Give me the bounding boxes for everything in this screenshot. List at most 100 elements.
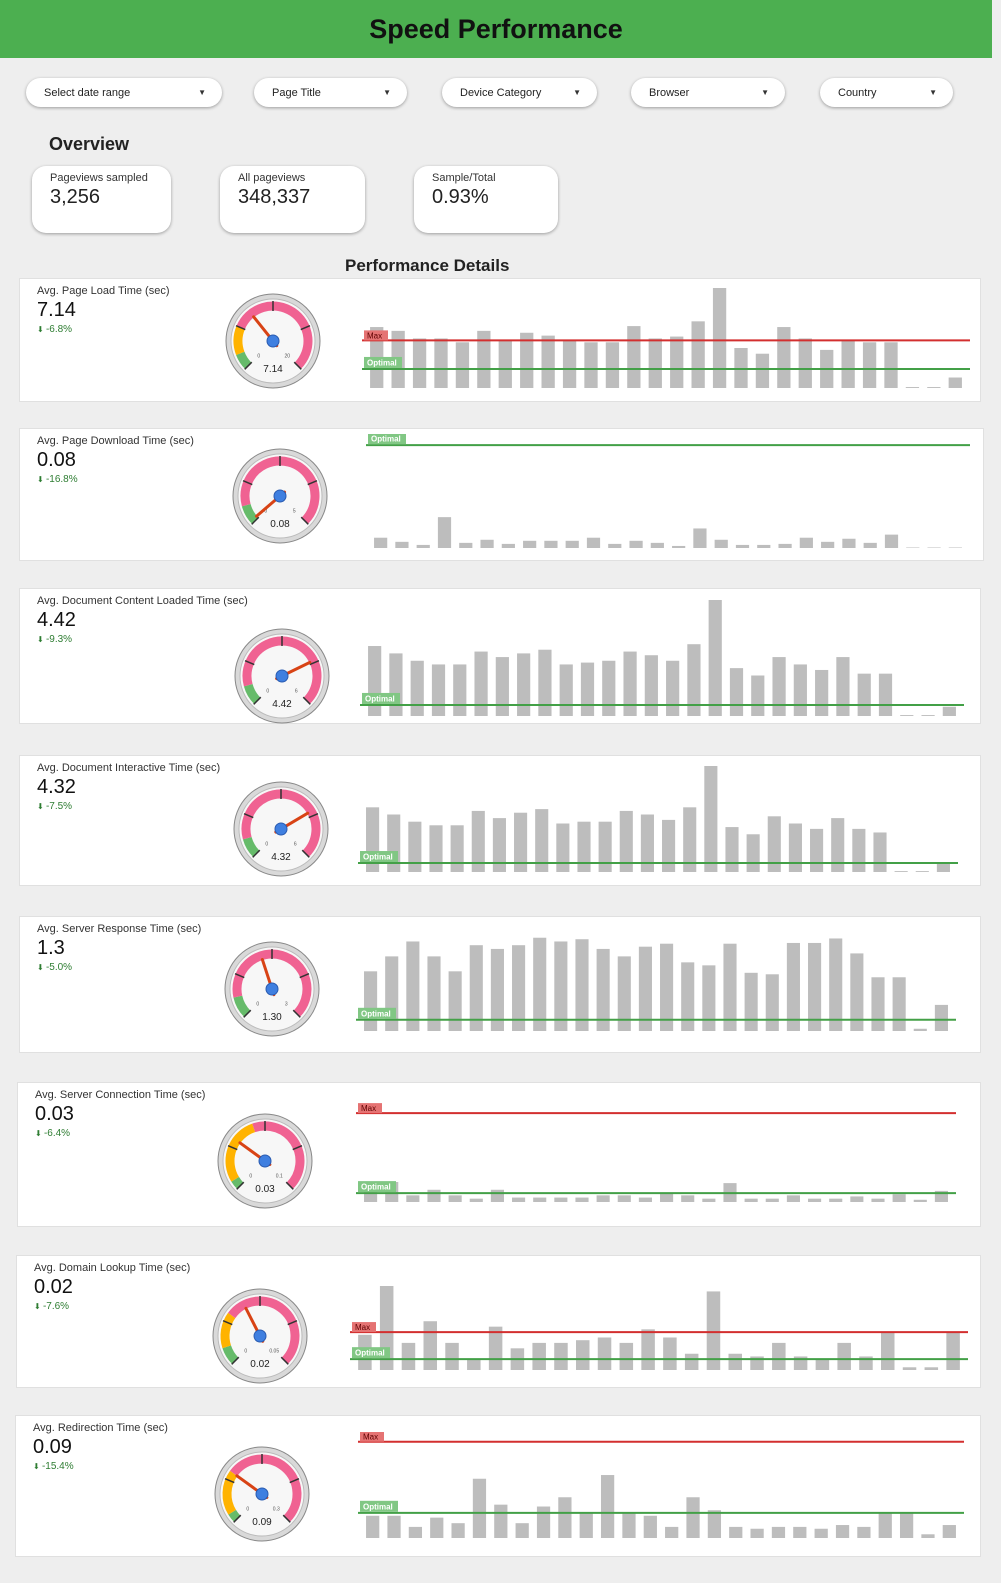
- max-label: Max: [355, 1323, 370, 1332]
- chart-bar: [702, 1198, 716, 1202]
- chart-bar: [374, 537, 388, 548]
- chart-bar: [517, 653, 531, 716]
- gauge-hub: [273, 489, 287, 503]
- chart-bar: [469, 1198, 483, 1202]
- chevron-down-icon: ▼: [761, 88, 769, 97]
- gauge-value-label: 0.08: [270, 519, 290, 530]
- gauge-max-label: 0.05: [269, 1348, 279, 1354]
- chart-bar: [746, 834, 760, 872]
- chart-bar: [474, 651, 488, 716]
- chart-bar: [924, 1367, 939, 1370]
- chart-bar: [448, 971, 462, 1031]
- bar-chart: Optimal: [366, 434, 970, 548]
- metric-value: 7.14: [37, 299, 76, 321]
- device-category-filter[interactable]: Device Category ▼: [442, 78, 597, 107]
- chart-bar: [852, 828, 866, 872]
- filter-label: Browser: [649, 86, 690, 99]
- chart-bar: [445, 1342, 459, 1370]
- gauge-max-label: 5: [293, 508, 296, 514]
- metric-panel: Avg. Document Interactive Time (sec) 4.32…: [20, 756, 980, 885]
- chart-bar: [921, 715, 935, 716]
- chart-bar: [623, 651, 637, 716]
- chart-bar: [723, 943, 737, 1031]
- chart-bar: [841, 340, 855, 388]
- chart-bar: [541, 335, 555, 388]
- chart-bar: [412, 338, 427, 388]
- gauge-value-label: 0.02: [250, 1359, 270, 1370]
- chart-bar: [544, 540, 558, 548]
- chart-bar: [459, 542, 473, 548]
- chart-bar: [451, 1523, 465, 1538]
- chart-bar: [431, 664, 446, 716]
- chart-bar: [772, 1342, 786, 1370]
- metric-panel: Avg. Server Response Time (sec) 1.3 ⬇ -5.0…: [20, 917, 980, 1052]
- chart-bar: [871, 1198, 885, 1202]
- chart-bar: [579, 1512, 593, 1538]
- gauge-min-label: 0: [265, 841, 268, 847]
- page-title-filter[interactable]: Page Title ▼: [254, 78, 407, 107]
- chart-bar: [536, 1506, 551, 1538]
- gauge-min-label: 0: [266, 688, 269, 694]
- gauge-max-label: 0.1: [276, 1173, 283, 1179]
- date-range-filter[interactable]: Select date range ▼: [26, 78, 222, 107]
- max-label: Max: [361, 1104, 376, 1113]
- gauge-green-zone: [228, 1509, 241, 1522]
- chart-bar: [829, 1198, 843, 1202]
- chart-bar: [884, 342, 898, 388]
- chart-bar: [501, 543, 515, 548]
- chart-bar: [554, 1197, 568, 1202]
- chart-bar: [672, 545, 686, 548]
- chart-bar: [871, 977, 885, 1031]
- gauge-value-label: 7.14: [263, 364, 283, 375]
- chart-bar: [729, 1526, 743, 1538]
- chart-bar: [777, 327, 791, 388]
- gauge-hub: [275, 669, 289, 683]
- metric-value: 0.03: [35, 1103, 74, 1125]
- chart-bar: [448, 1195, 462, 1202]
- scorecard-value: 3,256: [50, 186, 101, 208]
- gauge-hub: [274, 822, 288, 836]
- chart-bar: [880, 1332, 895, 1370]
- chevron-down-icon: ▼: [198, 88, 206, 97]
- chart-bar: [665, 1526, 679, 1538]
- chart-bar: [913, 1199, 927, 1202]
- filter-label: Page Title: [272, 86, 321, 99]
- country-filter[interactable]: Country ▼: [820, 78, 953, 107]
- gauge: 0 31.30: [224, 941, 320, 1037]
- chart-bar: [670, 336, 684, 388]
- gauge-max-label: 6: [295, 688, 298, 694]
- chevron-down-icon: ▼: [383, 88, 391, 97]
- metric-panel: Avg. Server Connection Time (sec) 0.03 ⬇ -…: [18, 1083, 980, 1226]
- chart-bar: [862, 342, 877, 388]
- filter-label: Country: [838, 86, 877, 99]
- chart-bar: [427, 1189, 441, 1202]
- optimal-label: Optimal: [365, 694, 395, 703]
- chart-bar: [778, 543, 792, 548]
- chart-bar: [942, 706, 956, 716]
- browser-filter[interactable]: Browser ▼: [631, 78, 785, 107]
- chart-bar: [450, 825, 464, 872]
- chart-bar: [660, 1193, 674, 1202]
- chart-bar: [902, 1367, 917, 1370]
- chart-bar: [638, 1197, 652, 1202]
- chart-bar: [808, 942, 822, 1031]
- metric-delta: ⬇ -5.0%: [37, 962, 72, 973]
- metric-label: Avg. Domain Lookup Time (sec): [34, 1262, 191, 1274]
- chart-bar: [498, 340, 512, 388]
- metric-value: 0.09: [33, 1436, 72, 1458]
- chart-bar: [757, 544, 771, 548]
- gauge-value-label: 4.32: [271, 852, 291, 863]
- chart-bar: [408, 1526, 423, 1538]
- chart-bar: [786, 1195, 800, 1202]
- chart-bar: [842, 538, 856, 548]
- metric-value: 1.3: [37, 937, 65, 959]
- delta-text: -15.4%: [41, 1461, 74, 1472]
- gauge-yellow-zone: [233, 325, 245, 355]
- chart-bar: [575, 1197, 589, 1202]
- delta-text: -7.6%: [42, 1301, 70, 1312]
- chart-bar: [533, 1197, 547, 1202]
- chart-bar: [467, 1359, 481, 1370]
- chevron-down-icon: ▼: [573, 88, 581, 97]
- chart-bar: [643, 1515, 657, 1538]
- gauge-hub: [253, 1329, 267, 1343]
